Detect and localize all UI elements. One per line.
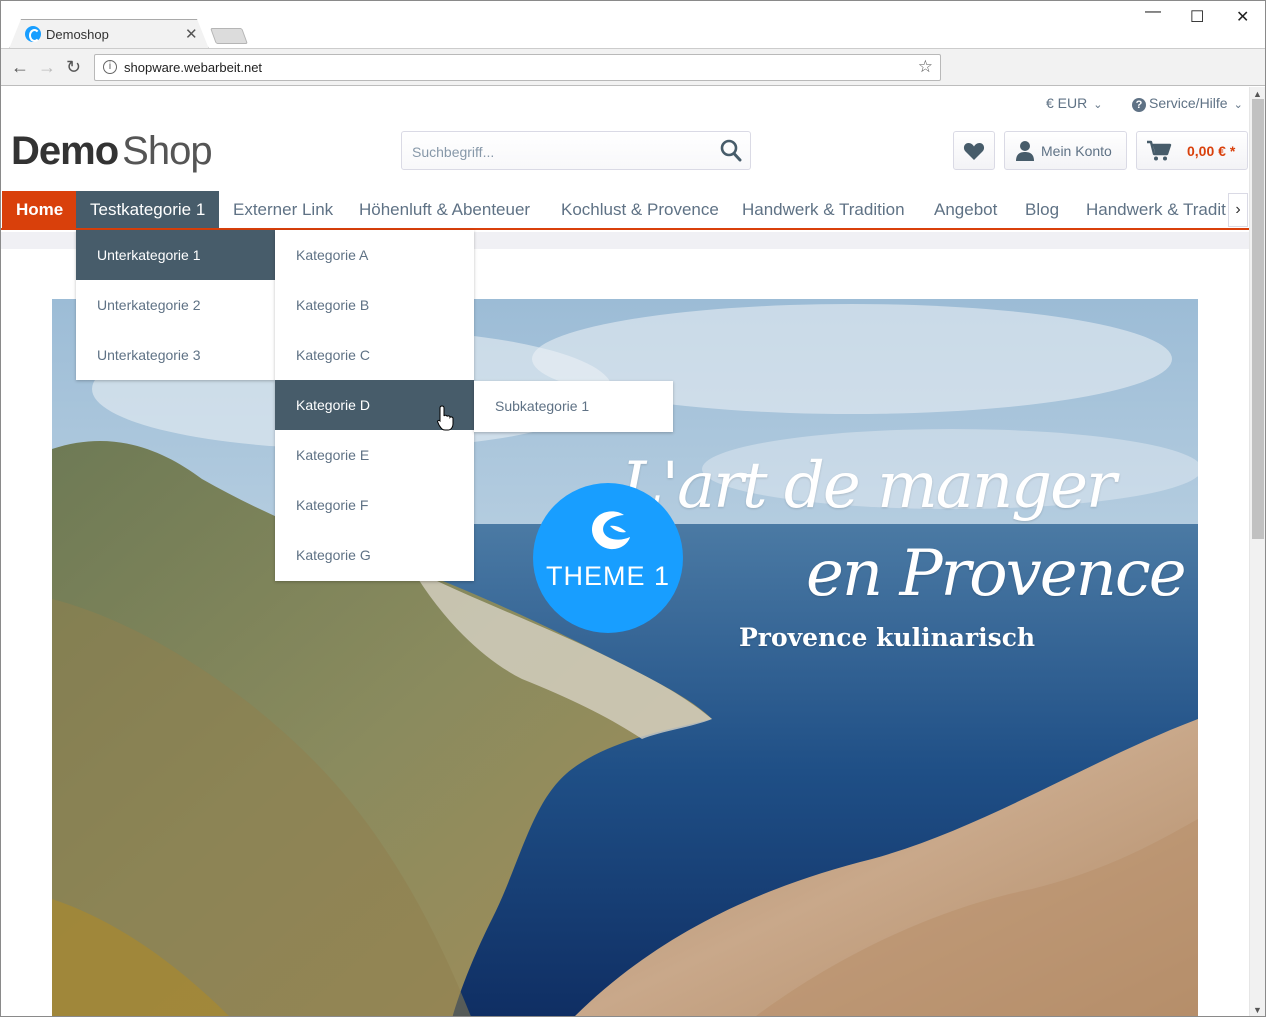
theme-badge: THEME 1 bbox=[533, 483, 683, 633]
close-tab-icon[interactable]: ✕ bbox=[185, 25, 198, 43]
nav-testkategorie-1[interactable]: Testkategorie 1 bbox=[76, 191, 220, 228]
tab-title: Demoshop bbox=[46, 27, 109, 42]
service-label: Service/Hilfe bbox=[1149, 95, 1228, 111]
page-viewport: € EUR ⌄ ? Service/Hilfe ⌄ Demo Shop Suchbegr… bbox=[1, 87, 1249, 1016]
scroll-up-icon[interactable]: ▲ bbox=[1253, 89, 1262, 99]
menu-item-subkategorie-1[interactable]: Subkategorie 1 bbox=[474, 381, 673, 431]
account-label: Mein Konto bbox=[1041, 143, 1112, 159]
currency-label: € EUR bbox=[1046, 95, 1088, 111]
hand-cursor-icon bbox=[437, 405, 454, 431]
bookmark-star-icon[interactable]: ☆ bbox=[918, 57, 933, 77]
menu-item-unterkategorie-3[interactable]: Unterkategorie 3 bbox=[76, 330, 275, 380]
page-scrollbar[interactable]: ▲ ▼ bbox=[1249, 87, 1265, 1016]
service-menu[interactable]: ? Service/Hilfe ⌄ bbox=[1132, 95, 1243, 112]
nav-blog[interactable]: Blog bbox=[1011, 191, 1073, 228]
chevron-down-icon: ⌄ bbox=[1233, 99, 1243, 111]
search-field[interactable]: Suchbegriff... bbox=[401, 131, 751, 170]
nav-handwerk-2[interactable]: Handwerk & Tradit bbox=[1072, 191, 1228, 228]
address-bar[interactable]: i shopware.webarbeit.net ☆ bbox=[94, 54, 941, 81]
currency-selector[interactable]: € EUR ⌄ bbox=[1046, 95, 1102, 111]
info-icon[interactable]: i bbox=[103, 60, 117, 74]
submenu-level-1: Unterkategorie 1 Unterkategorie 2 Unterk… bbox=[76, 230, 275, 380]
menu-item-unterkategorie-2[interactable]: Unterkategorie 2 bbox=[76, 280, 275, 330]
menu-item-unterkategorie-1[interactable]: Unterkategorie 1 bbox=[76, 230, 275, 280]
menu-item-kategorie-b[interactable]: Kategorie B bbox=[275, 280, 474, 330]
shopware-favicon-icon bbox=[25, 26, 41, 42]
main-navigation: Home Testkategorie 1 Externer Link Höhen… bbox=[1, 191, 1249, 230]
scroll-thumb[interactable] bbox=[1252, 99, 1264, 539]
scroll-down-icon[interactable]: ▼ bbox=[1253, 1005, 1262, 1015]
help-icon: ? bbox=[1132, 98, 1146, 112]
menu-item-kategorie-f[interactable]: Kategorie F bbox=[275, 480, 474, 530]
shopware-logo-icon bbox=[591, 511, 630, 550]
nav-home[interactable]: Home bbox=[2, 191, 78, 228]
hero-subtitle: Provence kulinarisch bbox=[739, 623, 1036, 652]
cart-button[interactable]: 0,00 € * bbox=[1136, 131, 1248, 170]
search-icon[interactable] bbox=[720, 139, 742, 163]
tab-bar: Demoshop ✕ — ☐ ✕ bbox=[1, 1, 1265, 49]
cart-amount: 0,00 € * bbox=[1187, 143, 1236, 159]
submenu-level-3: Subkategorie 1 bbox=[474, 381, 673, 432]
new-tab-button[interactable] bbox=[210, 28, 248, 44]
browser-tab[interactable]: Demoshop ✕ bbox=[9, 20, 207, 49]
search-input[interactable]: Suchbegriff... bbox=[412, 144, 494, 160]
menu-item-kategorie-a[interactable]: Kategorie A bbox=[275, 230, 474, 280]
url-text[interactable]: shopware.webarbeit.net bbox=[124, 60, 262, 75]
hero-title-line-1: L'art de manger bbox=[621, 449, 1117, 523]
wishlist-button[interactable] bbox=[953, 131, 995, 170]
nav-externer-link[interactable]: Externer Link bbox=[219, 191, 347, 228]
menu-item-kategorie-c[interactable]: Kategorie C bbox=[275, 330, 474, 380]
account-button[interactable]: Mein Konto bbox=[1004, 131, 1127, 170]
nav-handwerk[interactable]: Handwerk & Tradition bbox=[728, 191, 919, 228]
heart-icon bbox=[963, 143, 985, 160]
maximize-icon[interactable]: ☐ bbox=[1190, 7, 1204, 27]
shop-logo[interactable]: Demo Shop bbox=[11, 129, 213, 174]
back-icon[interactable]: ← bbox=[11, 57, 29, 78]
theme-badge-label: THEME 1 bbox=[545, 561, 671, 591]
cart-icon bbox=[1147, 140, 1172, 161]
close-window-icon[interactable]: ✕ bbox=[1236, 7, 1249, 27]
logo-light: Shop bbox=[122, 129, 212, 173]
nav-hoehenluft[interactable]: Höhenluft & Abenteuer bbox=[345, 191, 544, 228]
browser-toolbar: ← → ↻ i shopware.webarbeit.net ☆ bbox=[1, 48, 1265, 86]
hero-title-line-2: en Provence bbox=[806, 537, 1187, 611]
nav-angebot[interactable]: Angebot bbox=[920, 191, 1011, 228]
chevron-down-icon: ⌄ bbox=[1093, 99, 1103, 111]
nav-scroll-right-icon[interactable]: › bbox=[1228, 193, 1248, 227]
user-icon bbox=[1016, 141, 1034, 161]
menu-item-kategorie-g[interactable]: Kategorie G bbox=[275, 530, 474, 580]
logo-bold: Demo bbox=[11, 129, 119, 173]
minimize-icon[interactable]: — bbox=[1145, 3, 1161, 21]
browser-window: Demoshop ✕ — ☐ ✕ ← → ↻ i shopware.webarb… bbox=[0, 0, 1266, 1017]
nav-kochlust[interactable]: Kochlust & Provence bbox=[547, 191, 733, 228]
forward-icon[interactable]: → bbox=[38, 57, 56, 78]
menu-item-kategorie-e[interactable]: Kategorie E bbox=[275, 430, 474, 480]
reload-icon[interactable]: ↻ bbox=[66, 57, 81, 78]
